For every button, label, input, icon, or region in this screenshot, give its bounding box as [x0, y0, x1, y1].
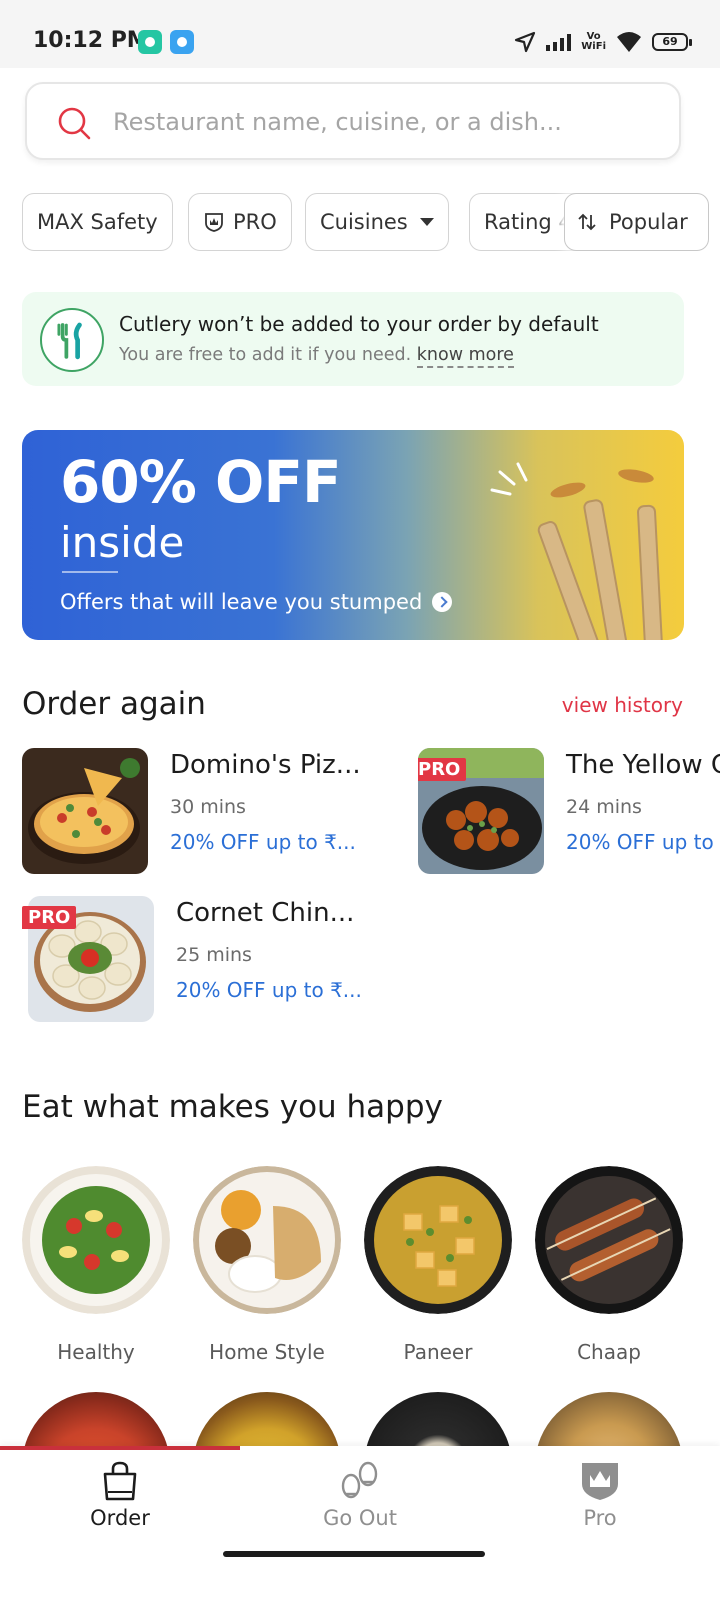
category-label: Paneer: [403, 1340, 473, 1364]
sort-arrows-icon: [578, 213, 596, 231]
promo-subheadline: inside: [60, 518, 185, 567]
cutlery-title: Cutlery won’t be added to your order by …: [119, 312, 599, 336]
category-label: Home Style: [209, 1340, 325, 1364]
category-item-partial[interactable]: [22, 1392, 170, 1448]
chevron-down-icon: [419, 218, 434, 226]
nav-label: Pro: [583, 1506, 617, 1530]
category-paneer[interactable]: Paneer: [364, 1166, 512, 1364]
shopping-bag-icon: [103, 1461, 137, 1501]
chip-label: PRO: [233, 210, 277, 234]
app-notification-icon: [138, 30, 162, 54]
cutlery-icon: [40, 308, 104, 372]
pro-crown-icon: [205, 213, 223, 232]
category-item-partial[interactable]: [193, 1392, 341, 1448]
chip-max-safety[interactable]: MAX Safety: [22, 193, 173, 251]
category-image: [364, 1166, 512, 1314]
categories-title: Eat what makes you happy: [22, 1089, 443, 1125]
delivery-time: 24 mins: [566, 796, 642, 818]
battery-icon: 69: [652, 33, 692, 51]
restaurant-name: Cornet Chin...: [176, 898, 355, 928]
status-icons: Vo WiFi 69: [514, 28, 692, 56]
order-again-title: Order again: [22, 686, 206, 722]
nav-pro[interactable]: Pro: [480, 1460, 720, 1550]
delivery-time: 25 mins: [176, 944, 252, 966]
location-arrow-icon: [515, 31, 536, 53]
chip-label: Cuisines: [320, 210, 408, 234]
chip-label: MAX Safety: [37, 210, 158, 234]
offer-text: 20% OFF up to ₹...: [176, 978, 362, 1002]
offer-text: 20% OFF up to ₹...: [566, 830, 720, 854]
category-image: [22, 1166, 170, 1314]
filter-chips: MAX Safety PRO Cuisines Rating 4.0+ Popu…: [22, 193, 720, 251]
arrow-right-icon: [432, 592, 453, 612]
category-label: Healthy: [57, 1340, 135, 1364]
know-more-link[interactable]: know more: [416, 345, 514, 368]
cellular-signal-icon: [546, 33, 572, 51]
order-again-card[interactable]: Domino's Piz... 30 mins 20% OFF up to ₹.…: [22, 748, 402, 876]
promo-headline: 60% OFF: [60, 448, 342, 516]
vowifi-label: Vo WiFi: [581, 31, 606, 52]
delivery-time: 30 mins: [170, 796, 246, 818]
footsteps-icon: [341, 1461, 378, 1499]
category-home-style[interactable]: Home Style: [193, 1166, 341, 1364]
wifi-icon: [617, 32, 641, 52]
app-notification-icon: [170, 30, 194, 54]
category-item-partial[interactable]: [535, 1392, 683, 1448]
order-again-card[interactable]: PRO The Yellow Chilli 24 mins 20% OFF up…: [418, 748, 720, 876]
nav-go-out[interactable]: Go Out: [240, 1460, 480, 1550]
promo-divider: [62, 571, 118, 573]
category-image: [535, 1166, 683, 1314]
restaurant-thumbnail: [22, 748, 148, 874]
active-tab-indicator: [0, 1446, 240, 1450]
category-image: [193, 1166, 341, 1314]
pro-crown-icon: [582, 1463, 618, 1500]
home-indicator[interactable]: [223, 1551, 485, 1557]
bottom-navigation: Order Go Out Pro: [0, 1446, 720, 1600]
order-again-card[interactable]: PRO Cornet Chin... 25 mins 20% OFF up to…: [22, 896, 408, 1024]
sort-label: Popular: [609, 210, 688, 234]
category-label: Chaap: [577, 1340, 641, 1364]
offer-text: 20% OFF up to ₹...: [170, 830, 356, 854]
chip-cuisines[interactable]: Cuisines: [305, 193, 449, 251]
cutlery-subtitle: You are free to add it if you need. know…: [119, 345, 514, 368]
status-time: 10:12 PM: [33, 28, 149, 53]
category-healthy[interactable]: Healthy: [22, 1166, 170, 1364]
cutlery-notice: Cutlery won’t be added to your order by …: [22, 292, 684, 386]
pro-badge: PRO: [22, 906, 77, 929]
chip-pro[interactable]: PRO: [188, 193, 292, 251]
status-bar: 10:12 PM Vo WiFi 69: [0, 0, 720, 68]
promo-caption: Offers that will leave you stumped: [60, 590, 453, 614]
search-input[interactable]: [113, 98, 653, 146]
nav-order[interactable]: Order: [0, 1460, 240, 1550]
category-chaap[interactable]: Chaap: [535, 1166, 683, 1364]
category-item-partial[interactable]: [364, 1392, 512, 1448]
view-history-link[interactable]: view history: [562, 693, 683, 717]
restaurant-name: Domino's Piz...: [170, 750, 361, 780]
promo-banner[interactable]: 60% OFF inside Offers that will leave yo…: [22, 430, 684, 640]
sort-button[interactable]: Popular: [564, 193, 709, 251]
search-bar[interactable]: [25, 82, 681, 160]
restaurant-name: The Yellow Chilli: [566, 750, 720, 780]
nav-label: Order: [90, 1506, 150, 1530]
search-icon: [58, 107, 91, 140]
nav-label: Go Out: [323, 1506, 397, 1530]
pro-badge: PRO: [418, 758, 467, 781]
cricket-stumps-illustration: [490, 462, 664, 640]
